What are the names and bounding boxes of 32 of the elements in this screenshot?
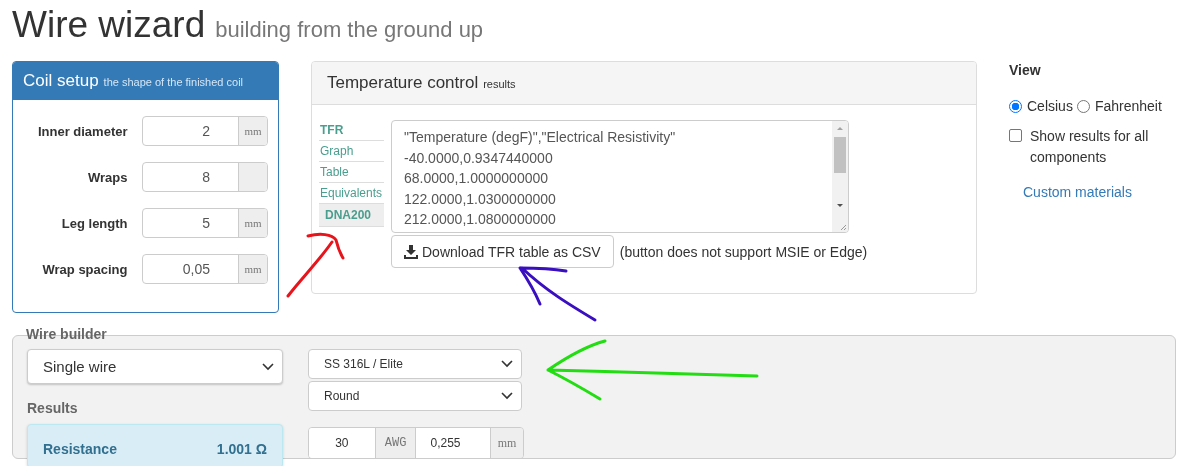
panel-subtitle: results [483,78,516,90]
custom-materials-link[interactable]: Custom materials [1023,184,1132,200]
chevron-icon [501,360,513,368]
result-value: 1.001 Ω [216,441,267,459]
panel-title: Coil setup [23,71,99,91]
panel-subtitle: the shape of the finished coil [103,76,244,88]
note-text: (button does not support MSIE or Edge) [619,243,868,260]
download-icon [404,244,418,259]
result-label: Resistance [43,441,117,459]
panel-title: Temperature control [327,73,479,93]
field-label: Inner diameter [36,123,128,139]
wire-type-dropdown[interactable]: Single wire [27,349,283,384]
material-dropdown[interactable]: SS 316L / Elite [308,349,522,379]
field-label: Wrap spacing [41,261,128,277]
field-label: Leg length [60,215,128,231]
checkbox[interactable] [1009,129,1022,142]
download-button[interactable]: Download TFR table as CSV [391,235,614,268]
radio-label: Fahrenheit [1094,98,1162,114]
checkbox-label: Show results for all components [1030,127,1150,167]
profile-dropdown[interactable]: Round [308,381,522,411]
radio-label: Celsius [1027,98,1073,114]
csv-text: "Temperature (degF)","Electrical Resistivity" -40.0000,0.9347440000 68.0000,1.0000000000 122.0000,1.0300000000 212.0000,1.0800000000 [403,128,677,229]
radio-button[interactable] [1009,99,1022,113]
section-title: Wire builder [26,326,107,342]
page-subtitle: building from the ground up [215,17,484,43]
chevron-icon [501,392,513,400]
field-label: Wraps [87,169,128,185]
section-title: View [1009,62,1042,78]
chevron-icon [262,362,274,371]
csv-text-area[interactable]: "Temperature (degF)","Electrical Resistivity" -40.0000,0.9347440000 68.0000,1.0000000000 122.0000,1.0300000000 212.0000,1.0800000000 [391,120,849,233]
results-title: Results [27,400,79,416]
page-title: Wire wizard [12,4,206,46]
